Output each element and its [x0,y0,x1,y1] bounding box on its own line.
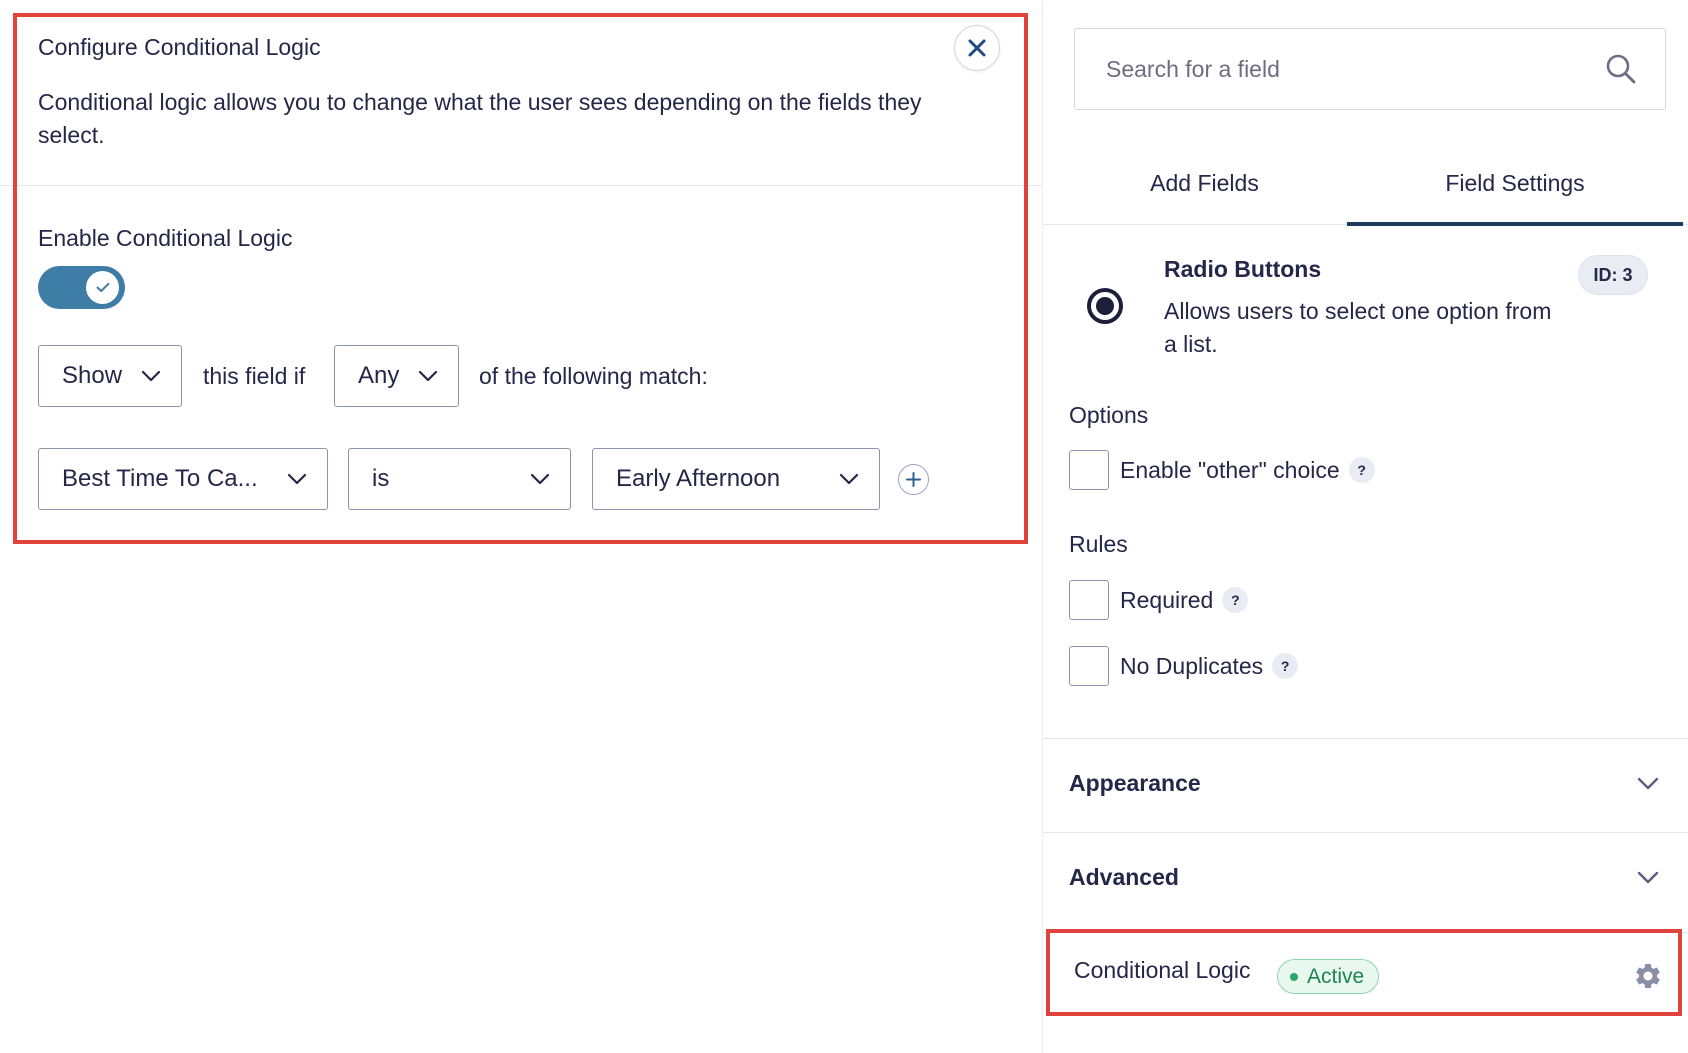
advanced-accordion-title: Advanced [1069,864,1179,890]
chevron-down-icon [530,473,550,485]
no-duplicates-checkbox[interactable] [1069,646,1109,686]
advanced-accordion[interactable]: Advanced [1043,832,1688,925]
enable-other-choice-label: Enable "other" choice [1120,456,1340,483]
conditional-logic-panel: Configure Conditional Logic Conditional … [0,0,1042,1053]
tab-field-settings[interactable]: Field Settings [1347,150,1683,226]
toggle-knob [86,271,119,304]
enable-conditional-logic-toggle[interactable] [38,266,125,309]
field-search [1074,28,1666,110]
conditional-logic-settings-row[interactable]: Conditional Logic Active [1043,932,1688,1012]
help-icon[interactable]: ? [1348,457,1375,483]
add-rule-button[interactable] [898,464,929,495]
search-input[interactable] [1106,55,1566,83]
chevron-down-icon [1637,871,1659,884]
required-checkbox[interactable] [1069,580,1109,620]
chevron-down-icon [141,370,161,382]
check-icon [96,282,109,292]
conditional-logic-label: Conditional Logic [1074,957,1251,983]
action-select[interactable]: Show [38,345,182,407]
rule-value-select[interactable]: Early Afternoon [592,448,880,510]
no-duplicates-label: No Duplicates [1120,652,1264,679]
status-badge: Active [1277,959,1380,994]
field-settings-sidebar: Add Fields Field Settings Radio Buttons … [1042,0,1688,1053]
radio-button-icon [1087,288,1123,324]
options-label: Options [1069,402,1149,428]
rule-field-select-value: Best Time To Ca... [62,465,258,492]
help-icon[interactable]: ? [1272,653,1299,679]
plus-circle-icon [906,472,921,487]
radio-dot [1096,297,1114,315]
appearance-accordion-title: Appearance [1069,770,1201,796]
no-duplicates-row: No Duplicates ? [1069,645,1299,687]
enable-other-choice-checkbox[interactable] [1069,450,1109,490]
tab-add-fields[interactable]: Add Fields [1043,150,1366,225]
chevron-down-icon [287,473,307,485]
chevron-down-icon [1637,777,1659,790]
close-icon [968,39,986,57]
status-badge-text: Active [1307,964,1365,988]
required-row: Required ? [1069,579,1249,621]
field-type-description: Allows users to select one option from a… [1164,298,1552,357]
field-info: Radio Buttons Allows users to select one… [1043,226,1688,376]
app-screen: Configure Conditional Logic Conditional … [0,0,1688,1053]
rule-field-select[interactable]: Best Time To Ca... [38,448,328,510]
sidebar-tabs: Add Fields Field Settings [1043,150,1688,226]
status-dot-icon [1290,972,1298,981]
conditional-logic-body: Enable Conditional Logic Show this field… [0,187,1042,1053]
match-type-select[interactable]: Any [334,345,459,407]
rule-value-select-value: Early Afternoon [616,465,781,492]
close-button[interactable] [954,25,1000,71]
field-type-title: Radio Buttons [1164,256,1322,282]
required-label: Required [1120,586,1214,613]
chevron-down-icon [839,473,859,485]
match-type-select-value: Any [358,362,400,389]
enable-conditional-logic-label: Enable Conditional Logic [38,225,293,251]
panel-title: Configure Conditional Logic [38,34,321,60]
rule-operator-select[interactable]: is [348,448,571,510]
enable-other-choice-row: Enable "other" choice ? [1069,449,1375,491]
rules-label: Rules [1069,531,1128,557]
conditional-logic-header: Configure Conditional Logic Conditional … [0,0,1042,186]
following-match-text: of the following match: [479,363,708,389]
field-id-badge: ID: 3 [1578,255,1648,295]
chevron-down-icon [418,370,438,382]
help-icon[interactable]: ? [1222,587,1249,613]
search-icon[interactable] [1605,53,1637,85]
gear-icon[interactable] [1633,961,1663,991]
panel-description: Conditional logic allows you to change w… [38,89,922,148]
rule-operator-select-value: is [372,465,390,492]
action-select-value: Show [62,362,123,389]
this-field-if-text: this field if [203,363,306,389]
appearance-accordion[interactable]: Appearance [1043,738,1688,831]
